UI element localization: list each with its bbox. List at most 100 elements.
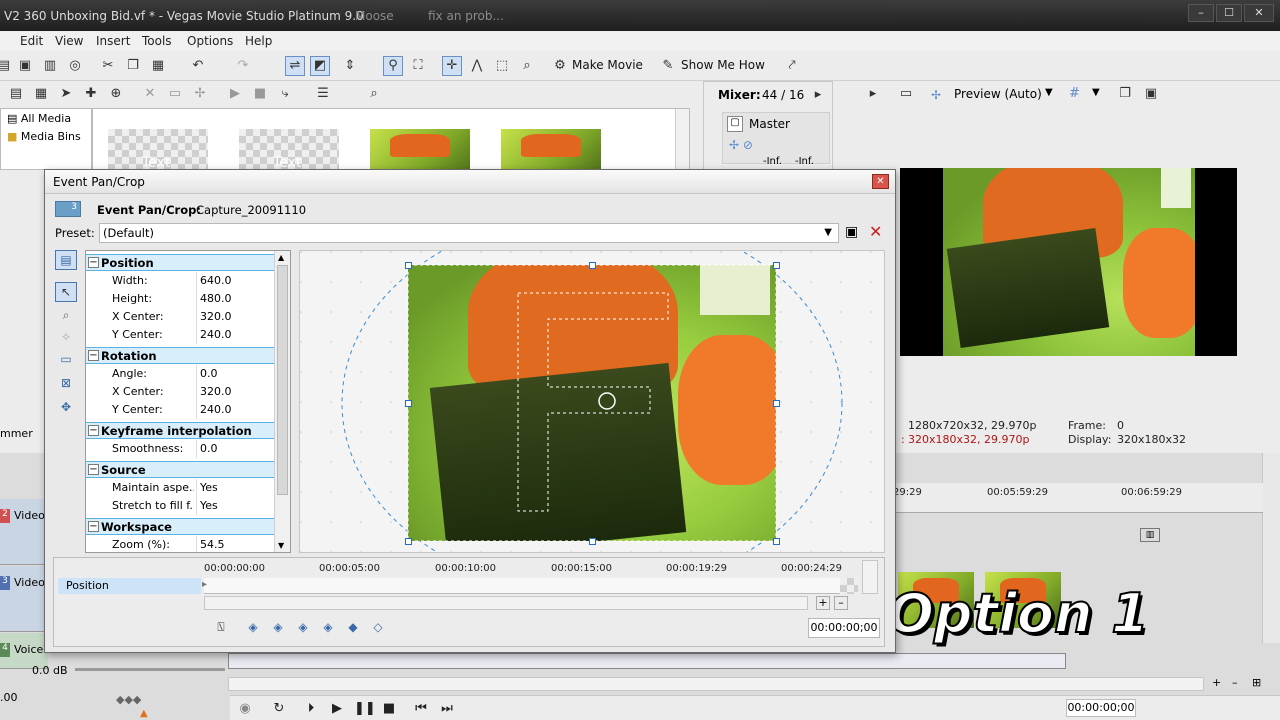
open-icon[interactable]: ▤	[0, 56, 14, 76]
property-row[interactable]: Angle: 0.0	[86, 365, 274, 383]
mixer-menu-icon[interactable]: ▸	[808, 85, 828, 105]
maximize-button[interactable]: ☐	[1216, 4, 1242, 22]
property-value[interactable]: 480.0	[200, 292, 232, 305]
capture-video-icon[interactable]: ▦	[31, 84, 51, 104]
crop-handle-top[interactable]	[589, 262, 596, 269]
paste-icon[interactable]: ▦	[148, 56, 168, 76]
undo-icon[interactable]: ↶	[188, 56, 208, 76]
keyframe-ruler[interactable]: 00:00:00:00 00:00:05:00 00:00:10:00 00:0…	[204, 560, 858, 580]
delete-preset-icon[interactable]: ✕	[869, 222, 882, 241]
import-media-icon[interactable]: ▤	[6, 84, 26, 104]
save-preset-icon[interactable]: ▣	[845, 224, 858, 240]
property-value[interactable]: Yes	[200, 481, 218, 494]
search-media-icon[interactable]: ⊕	[106, 84, 126, 104]
property-row[interactable]: Height: 480.0	[86, 290, 274, 308]
keyframe-end-marker[interactable]	[840, 578, 858, 594]
rate-slider-icon[interactable]: ◆◆◆	[116, 693, 141, 706]
property-row[interactable]: Y Center: 240.0	[86, 401, 274, 419]
show-me-how-icon[interactable]: ✎	[658, 56, 678, 76]
property-value[interactable]: 0.0	[200, 442, 218, 455]
property-row[interactable]: Zoom (%): 54.5	[86, 536, 274, 552]
make-movie-icon[interactable]: ⚙	[550, 56, 570, 76]
property-section-header[interactable]: − Keyframe interpolation	[86, 422, 274, 439]
previous-keyframe-icon[interactable]: ◈	[269, 618, 287, 636]
split-screen-icon[interactable]: ✢	[931, 88, 941, 102]
make-movie-button[interactable]: Make Movie	[572, 58, 643, 72]
property-value[interactable]: 240.0	[200, 403, 232, 416]
pan-crop-canvas[interactable]	[299, 250, 885, 553]
media-scrollbar[interactable]	[675, 109, 689, 169]
crop-handle-bottom-left[interactable]	[405, 538, 412, 545]
auto-preview-icon[interactable]: ⤷	[275, 84, 295, 104]
play-icon[interactable]: ▶	[328, 700, 346, 718]
minimize-button[interactable]: –	[1188, 4, 1214, 22]
tree-item-media-bins[interactable]: ■ Media Bins	[7, 130, 81, 143]
keyframe-marker-icon[interactable]: ▸	[202, 579, 207, 590]
go-to-start-icon[interactable]: ⏮	[412, 700, 430, 718]
go-to-end-icon[interactable]: ⏭	[438, 700, 456, 718]
crop-handle-bottom[interactable]	[589, 538, 596, 545]
audio-clip[interactable]	[228, 653, 1066, 669]
preview-properties-icon[interactable]: ▸	[863, 84, 883, 104]
trimmer-tab[interactable]: mmer	[0, 427, 33, 440]
keyframe-track[interactable]: ▸	[202, 578, 858, 594]
track-header-video-3[interactable]: 3 Video	[0, 566, 48, 632]
play-from-start-icon[interactable]: ⏵	[302, 700, 320, 718]
preview-quality-select[interactable]: Preview (Auto)	[954, 87, 1042, 101]
collapse-icon[interactable]: −	[88, 350, 99, 361]
property-value[interactable]: 640.0	[200, 274, 232, 287]
menu-help[interactable]: Help	[245, 34, 272, 48]
crossfade-icon[interactable]: ⛶	[408, 56, 428, 76]
search-icon[interactable]: ⌕	[364, 84, 384, 104]
auto-ripple-icon[interactable]: ⇌	[285, 56, 305, 76]
normal-edit-icon[interactable]: ↖	[55, 282, 77, 302]
zoom-in-icon[interactable]: +	[1212, 676, 1221, 689]
stop-media-icon[interactable]: ■	[250, 84, 270, 104]
selection-tool-icon[interactable]: ⬚	[492, 56, 512, 76]
move-freely-icon[interactable]: ✥	[55, 398, 77, 418]
menu-tools[interactable]: Tools	[142, 34, 172, 48]
cut-icon[interactable]: ✂	[98, 56, 118, 76]
property-value[interactable]: Yes	[200, 499, 218, 512]
help-pointer-icon[interactable]: ⤤	[782, 56, 802, 76]
zoom-fit-icon[interactable]: ⊞	[1252, 676, 1261, 689]
crop-handle-right[interactable]	[773, 400, 780, 407]
preset-dropdown[interactable]: (Default) ▼	[99, 223, 839, 243]
show-me-how-button[interactable]: Show Me How	[681, 58, 765, 72]
property-value[interactable]: 320.0	[200, 385, 232, 398]
copy-icon[interactable]: ❐	[123, 56, 143, 76]
property-value[interactable]: 320.0	[200, 310, 232, 323]
first-keyframe-icon[interactable]: ◈	[244, 618, 262, 636]
property-row[interactable]: Y Center: 240.0	[86, 326, 274, 344]
loop-icon[interactable]: ↻	[270, 700, 288, 718]
master-plugin-icon[interactable]: ✢ ⊘	[729, 138, 753, 152]
property-section-header[interactable]: − Position	[86, 254, 274, 271]
property-row[interactable]: Width: 640.0	[86, 272, 274, 290]
zoom-out-icon[interactable]: –	[1232, 676, 1238, 689]
pause-icon[interactable]: ❚❚	[354, 700, 376, 718]
tree-item-all-media[interactable]: ▤ All Media	[7, 112, 71, 125]
views-icon[interactable]: ☰	[313, 84, 333, 104]
close-window-button[interactable]: ✕	[1244, 4, 1274, 22]
timeline-vscroll[interactable]	[1262, 453, 1280, 643]
dialog-close-button[interactable]: ✕	[872, 174, 889, 189]
scroll-thumb[interactable]	[277, 265, 288, 495]
chevron-down-icon[interactable]: ▼	[1092, 87, 1100, 98]
dialog-title-bar[interactable]: Event Pan/Crop ✕	[45, 170, 895, 194]
redo-icon[interactable]: ↷	[233, 56, 253, 76]
lock-envelopes-icon[interactable]: ⚲	[383, 56, 403, 76]
property-row[interactable]: X Center: 320.0	[86, 383, 274, 401]
property-value[interactable]: 0.0	[200, 367, 218, 380]
properties-scrollbar[interactable]: ▲ ▼	[274, 251, 290, 552]
timeline-scrollbar[interactable]	[228, 677, 1204, 691]
save-as-icon[interactable]: ▥	[40, 56, 60, 76]
crop-handle-top-left[interactable]	[405, 262, 412, 269]
collapse-icon[interactable]: −	[88, 464, 99, 475]
remove-media-icon[interactable]: ✕	[140, 84, 160, 104]
delete-keyframe-icon[interactable]: ◇	[369, 618, 387, 636]
menu-insert[interactable]: Insert	[96, 34, 130, 48]
media-properties-icon[interactable]: ▭	[165, 84, 185, 104]
timeline-ruler[interactable]: 29:29 00:05:59:29 00:06:59:29	[893, 483, 1263, 513]
last-keyframe-icon[interactable]: ◈	[319, 618, 337, 636]
menu-view[interactable]: View	[55, 34, 83, 48]
